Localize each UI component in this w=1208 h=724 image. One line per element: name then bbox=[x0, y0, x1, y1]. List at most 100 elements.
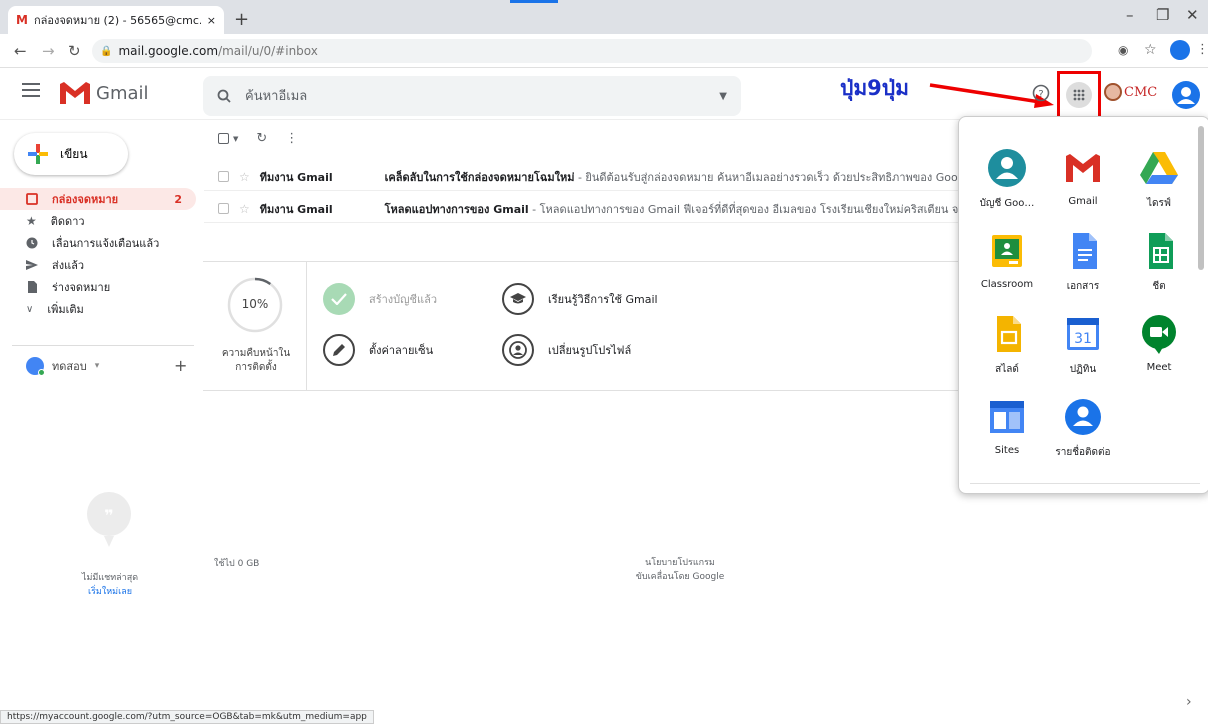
task-profile-picture[interactable]: เปลี่ยนรูปโปรไฟล์ bbox=[502, 334, 631, 366]
pencil-icon bbox=[323, 334, 355, 366]
url-field[interactable]: 🔒 mail.google.com/mail/u/0/#inbox bbox=[92, 39, 1092, 63]
app-docs[interactable]: เอกสาร bbox=[1048, 231, 1118, 311]
main-menu-icon[interactable] bbox=[22, 83, 40, 97]
classroom-icon bbox=[992, 235, 1022, 267]
app-meet[interactable]: Meet bbox=[1124, 314, 1194, 394]
browser-profile-icon[interactable] bbox=[1170, 40, 1190, 60]
search-bar[interactable]: ▼ bbox=[203, 76, 741, 116]
email-subject: เคล็ดลับในการใช้กล่องจดหมายโฉมใหม่ bbox=[384, 170, 575, 184]
app-calendar[interactable]: 31 ปฏิทิน bbox=[1048, 314, 1118, 394]
browser-menu-icon[interactable]: ⋮ bbox=[1196, 42, 1208, 57]
app-label: Meet bbox=[1146, 362, 1172, 373]
select-all-checkbox[interactable]: ▼ bbox=[218, 133, 238, 144]
sidebar-item-sent[interactable]: ส่งแล้ว bbox=[0, 254, 196, 276]
select-caret-icon[interactable]: ▼ bbox=[233, 135, 238, 143]
annotation-label: ปุ่ม9ปุ่ม bbox=[840, 76, 909, 100]
extension-icon[interactable]: ◉ bbox=[1118, 43, 1128, 57]
loading-indicator bbox=[510, 0, 558, 3]
minimize-icon[interactable]: – bbox=[1126, 6, 1134, 24]
help-icon[interactable]: ? bbox=[1032, 84, 1050, 102]
app-classroom[interactable]: Classroom bbox=[972, 231, 1042, 311]
sidebar-divider bbox=[12, 345, 194, 346]
user-caret-icon[interactable]: ▾ bbox=[95, 361, 100, 371]
app-slides[interactable]: สไลด์ bbox=[972, 314, 1042, 394]
forward-icon[interactable]: → bbox=[42, 42, 55, 60]
account-avatar[interactable] bbox=[1172, 81, 1200, 109]
sidebar-item-label: ติดดาว bbox=[50, 215, 85, 228]
start-new-chat-link[interactable]: เริ่มใหม่เลย bbox=[88, 587, 132, 597]
app-gmail[interactable]: Gmail bbox=[1048, 148, 1118, 228]
gmail-logo-icon[interactable] bbox=[58, 80, 92, 106]
add-contact-button[interactable]: + bbox=[174, 356, 187, 375]
organization-logo[interactable]: CMC bbox=[1104, 83, 1157, 101]
annotation-highlight-box bbox=[1057, 71, 1101, 121]
row-star-icon[interactable]: ☆ bbox=[239, 170, 250, 184]
school-seal-icon bbox=[1104, 83, 1122, 101]
program-policy-link[interactable]: นโยบายโปรแกรม bbox=[560, 556, 800, 570]
setup-progress-label-line: ความคืบหน้าใน bbox=[221, 348, 291, 359]
search-options-icon[interactable]: ▼ bbox=[719, 91, 727, 102]
sidebar-item-label: เพิ่มเติม bbox=[47, 303, 84, 316]
row-checkbox[interactable] bbox=[218, 171, 229, 182]
refresh-icon[interactable]: ↻ bbox=[256, 131, 267, 146]
side-panel-expand-icon[interactable]: › bbox=[1186, 694, 1192, 710]
search-icon[interactable] bbox=[217, 89, 231, 103]
sidebar-item-label: ส่งแล้ว bbox=[52, 259, 85, 272]
email-subject: โหลดแอปทางการของ Gmail bbox=[384, 202, 529, 216]
calendar-day: 31 bbox=[1074, 331, 1092, 347]
tab-close-button[interactable]: × bbox=[207, 14, 216, 27]
send-icon bbox=[26, 259, 38, 271]
table-row[interactable]: ☆ ทีมงาน Gmail เคล็ดลับในการใช้กล่องจดหม… bbox=[204, 163, 964, 191]
row-checkbox[interactable] bbox=[218, 203, 229, 214]
compose-plus-icon bbox=[28, 144, 48, 164]
apps-panel-scrollbar[interactable] bbox=[1198, 126, 1204, 270]
setup-panel bbox=[203, 261, 963, 391]
contacts-icon bbox=[1065, 399, 1101, 435]
storage-usage: ใช้ไป 0 GB bbox=[214, 559, 260, 569]
sidebar-item-starred[interactable]: ★ ติดดาว bbox=[0, 210, 196, 232]
compose-button[interactable]: เขียน bbox=[14, 133, 128, 175]
browser-tab[interactable]: M กล่องจดหมาย (2) - 56565@cmc.ac × bbox=[8, 6, 224, 34]
apps-panel-divider bbox=[970, 483, 1200, 484]
search-input[interactable] bbox=[245, 88, 706, 104]
sidebar-item-drafts[interactable]: ร่างจดหมาย bbox=[0, 276, 196, 298]
app-label: สไลด์ bbox=[995, 364, 1019, 375]
row-star-icon[interactable]: ☆ bbox=[239, 202, 250, 216]
back-icon[interactable]: ← bbox=[14, 42, 27, 60]
url-host: mail.google.com bbox=[118, 44, 219, 58]
powered-by: ขับเคลื่อนโดย Google bbox=[635, 572, 725, 582]
no-chats-text: ไม่มีแชทล่าสุด bbox=[81, 573, 139, 583]
app-label: Gmail bbox=[1068, 196, 1098, 207]
more-options-icon[interactable]: ⋮ bbox=[285, 131, 298, 146]
task-learn-gmail[interactable]: เรียนรู้วิธีการใช้ Gmail bbox=[502, 283, 658, 315]
reload-icon[interactable]: ↻ bbox=[68, 42, 81, 60]
app-label: ปฏิทิน bbox=[1069, 364, 1097, 375]
graduation-cap-icon bbox=[502, 283, 534, 315]
docs-icon bbox=[1073, 233, 1097, 269]
sidebar-item-label: ร่างจดหมาย bbox=[52, 281, 111, 294]
app-account[interactable]: บัญชี Goo… bbox=[972, 148, 1042, 228]
gmail-favicon-icon: M bbox=[16, 13, 28, 27]
account-icon bbox=[988, 149, 1026, 187]
sidebar-item-snoozed[interactable]: เลื่อนการแจ้งเตือนแล้ว bbox=[0, 232, 196, 254]
maximize-icon[interactable]: ❐ bbox=[1156, 6, 1169, 24]
sidebar-item-inbox[interactable]: กล่องจดหมาย 2 bbox=[0, 188, 196, 210]
check-done-icon bbox=[323, 283, 355, 315]
window-close-icon[interactable]: ✕ bbox=[1186, 6, 1199, 24]
task-signature[interactable]: ตั้งค่าลายเซ็น bbox=[323, 334, 433, 366]
sidebar-item-more[interactable]: ∨ เพิ่มเติม bbox=[0, 298, 196, 320]
table-row[interactable]: ☆ ทีมงาน Gmail โหลดแอปทางการของ Gmail - … bbox=[204, 195, 964, 223]
sites-icon bbox=[990, 401, 1024, 433]
unread-count: 2 bbox=[174, 192, 182, 206]
app-drive[interactable]: ไดรฟ์ bbox=[1124, 148, 1194, 228]
footer-policy: นโยบายโปรแกรม ขับเคลื่อนโดย Google bbox=[560, 556, 800, 584]
app-sites[interactable]: Sites bbox=[972, 397, 1042, 477]
hangouts-user[interactable]: ทดสอบ ▾ bbox=[26, 357, 100, 376]
new-tab-button[interactable]: + bbox=[234, 9, 249, 30]
task-label: สร้างบัญชีแล้ว bbox=[369, 293, 437, 306]
app-sheets[interactable]: ชีต bbox=[1124, 231, 1194, 311]
app-contacts[interactable]: รายชื่อติดต่อ bbox=[1048, 397, 1118, 477]
chevron-down-icon: ∨ bbox=[26, 303, 34, 315]
email-snippet: - ยินดีต้อนรับสู่กล่องจดหมาย ค้นหาอีเมลอ… bbox=[574, 170, 964, 184]
bookmark-star-icon[interactable]: ☆ bbox=[1144, 42, 1157, 58]
